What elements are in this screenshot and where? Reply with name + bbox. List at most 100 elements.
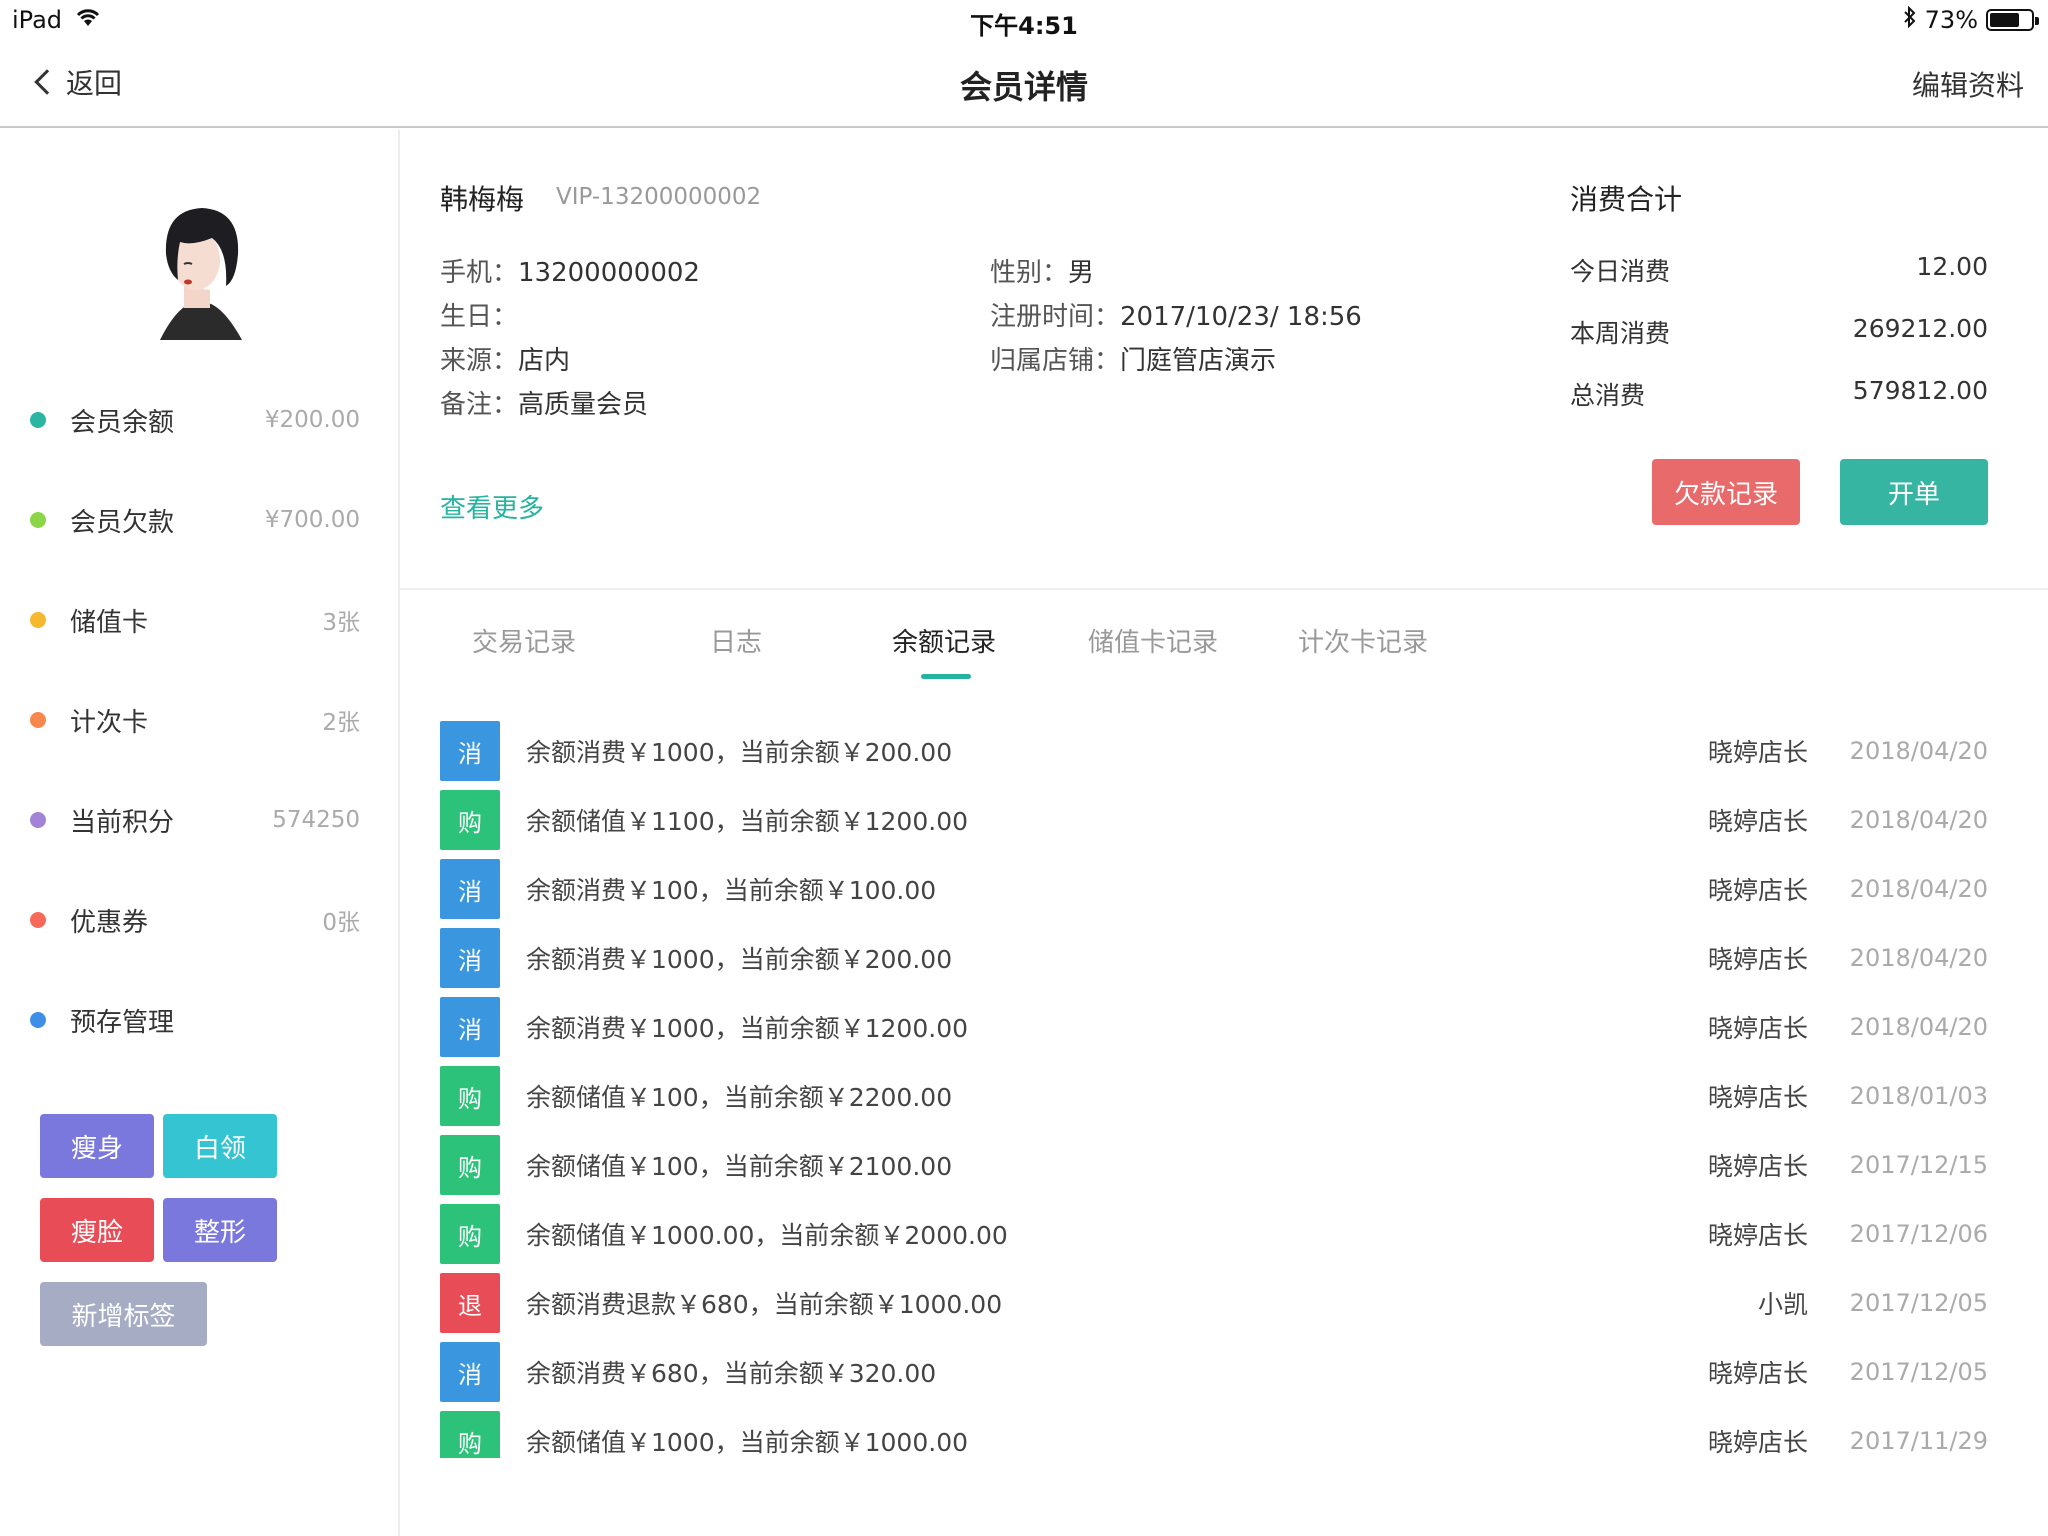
navigation-bar: 返回 会员详情 编辑资料 bbox=[0, 42, 2048, 128]
record-operator: 晓婷店长 bbox=[1707, 1152, 1808, 1181]
battery-percent: 73% bbox=[1924, 6, 1978, 34]
record-date: 2018/04/20 bbox=[1849, 944, 1988, 972]
tag-white-collar[interactable]: 白领 bbox=[163, 1114, 277, 1178]
record-date: 2018/04/20 bbox=[1849, 806, 1988, 834]
list-item[interactable]: 购 余额储值￥100，当前余额￥2100.00 晓婷店长 2017/12/15 bbox=[440, 1134, 1988, 1196]
sidebar-item-count-card[interactable]: 计次卡 2张 bbox=[30, 700, 360, 740]
sidebar-item-balance[interactable]: 会员余额 ¥200.00 bbox=[30, 400, 360, 440]
list-item[interactable]: 消 余额消费￥1000，当前余额￥200.00 晓婷店长 2018/04/20 bbox=[440, 927, 1988, 989]
tab-balance-records[interactable]: 余额记录 bbox=[892, 622, 996, 659]
note-field: 备注：高质量会员 bbox=[440, 384, 648, 421]
record-description: 余额储值￥100，当前余额￥2100.00 bbox=[526, 1152, 953, 1181]
list-item[interactable]: 消 余额消费￥680，当前余额￥320.00 晓婷店长 2017/12/05 bbox=[440, 1341, 1988, 1403]
record-type-badge: 退 bbox=[440, 1273, 500, 1333]
member-info-panel: 韩梅梅 VIP-13200000002 手机：13200000002 生日： 来… bbox=[400, 130, 2048, 590]
store-field: 归属店铺：门庭管店演示 bbox=[990, 340, 1276, 377]
record-operator: 晓婷店长 bbox=[1707, 1428, 1808, 1457]
sidebar-item-label: 会员欠款 bbox=[70, 507, 175, 538]
sidebar-item-points[interactable]: 当前积分 574250 bbox=[30, 800, 360, 840]
phone-field: 手机：13200000002 bbox=[440, 252, 700, 289]
record-operator: 晓婷店长 bbox=[1707, 1359, 1808, 1388]
field-label: 生日： bbox=[440, 302, 519, 332]
summary-label: 今日消费 bbox=[1570, 257, 1671, 286]
sidebar-item-stored-value-card[interactable]: 储值卡 3张 bbox=[30, 600, 360, 640]
record-date: 2017/12/05 bbox=[1849, 1358, 1988, 1386]
field-label: 备注： bbox=[440, 390, 519, 420]
record-description: 余额储值￥1000，当前余额￥1000.00 bbox=[526, 1428, 969, 1457]
view-more-link[interactable]: 查看更多 bbox=[440, 488, 544, 525]
record-type-badge: 消 bbox=[440, 928, 500, 988]
list-item[interactable]: 购 余额储值￥100，当前余额￥2200.00 晓婷店长 2018/01/03 bbox=[440, 1065, 1988, 1127]
record-date: 2017/12/15 bbox=[1849, 1151, 1988, 1179]
list-item[interactable]: 购 余额储值￥1100，当前余额￥1200.00 晓婷店长 2018/04/20 bbox=[440, 789, 1988, 851]
tag-slimming[interactable]: 瘦身 bbox=[40, 1114, 154, 1178]
sidebar-item-label: 计次卡 bbox=[70, 707, 149, 738]
tag-plastic-surgery[interactable]: 整形 bbox=[163, 1198, 277, 1262]
record-operator: 晓婷店长 bbox=[1707, 1014, 1808, 1043]
list-item[interactable]: 消 余额消费￥100，当前余额￥100.00 晓婷店长 2018/04/20 bbox=[440, 858, 1988, 920]
status-dot bbox=[30, 512, 46, 528]
record-description: 余额消费退款￥680，当前余额￥1000.00 bbox=[526, 1290, 1003, 1319]
gender-field: 性别：男 bbox=[990, 252, 1094, 289]
birthday-field: 生日： bbox=[440, 296, 518, 333]
record-date: 2018/01/03 bbox=[1849, 1082, 1988, 1110]
field-label: 来源： bbox=[440, 346, 519, 376]
sidebar-item-coupons[interactable]: 优惠券 0张 bbox=[30, 900, 360, 940]
page-title: 会员详情 bbox=[959, 68, 1088, 106]
list-item[interactable]: 消 余额消费￥1000，当前余额￥1200.00 晓婷店长 2018/04/20 bbox=[440, 996, 1988, 1058]
tab-transactions[interactable]: 交易记录 bbox=[472, 622, 576, 659]
field-value: 高质量会员 bbox=[518, 390, 649, 420]
sidebar-item-value: 574250 bbox=[272, 807, 360, 833]
tab-stored-card-records[interactable]: 储值卡记录 bbox=[1088, 622, 1218, 659]
bluetooth-icon bbox=[1903, 5, 1917, 34]
open-order-button[interactable]: 开单 bbox=[1840, 459, 1988, 525]
record-operator: 晓婷店长 bbox=[1707, 807, 1808, 836]
list-item[interactable]: 退 余额消费退款￥680，当前余额￥1000.00 小凯 2017/12/05 bbox=[440, 1272, 1988, 1334]
battery-icon bbox=[1986, 9, 2039, 31]
summary-value: 579812.00 bbox=[1852, 376, 1988, 405]
sidebar-item-prepaid[interactable]: 预存管理 bbox=[30, 1000, 360, 1040]
record-date: 2017/12/05 bbox=[1849, 1289, 1988, 1317]
debt-record-button[interactable]: 欠款记录 bbox=[1652, 459, 1800, 525]
summary-label: 总消费 bbox=[1570, 381, 1646, 410]
tab-count-card-records[interactable]: 计次卡记录 bbox=[1298, 622, 1428, 659]
tag-face-slimming[interactable]: 瘦脸 bbox=[40, 1198, 154, 1262]
sidebar-item-label: 预存管理 bbox=[70, 1007, 175, 1038]
record-operator: 晓婷店长 bbox=[1707, 876, 1808, 905]
status-dot bbox=[30, 412, 46, 428]
status-bar: iPad 下午4:51 73% bbox=[0, 0, 2048, 42]
field-label: 手机： bbox=[440, 258, 519, 288]
sidebar-item-label: 储值卡 bbox=[70, 607, 149, 638]
record-description: 余额消费￥100，当前余额￥100.00 bbox=[526, 876, 937, 905]
field-value: 2017/10/23/ 18:56 bbox=[1120, 302, 1362, 332]
summary-row-total: 总消费 579812.00 bbox=[1570, 376, 1988, 412]
status-dot bbox=[30, 812, 46, 828]
tab-log[interactable]: 日志 bbox=[710, 622, 762, 659]
record-type-badge: 购 bbox=[440, 1204, 500, 1264]
add-tag-button[interactable]: 新增标签 bbox=[40, 1282, 207, 1346]
status-time: 下午4:51 bbox=[970, 12, 1078, 40]
field-value: 13200000002 bbox=[518, 258, 700, 288]
sidebar-item-value: 0张 bbox=[322, 910, 360, 936]
record-date: 2018/04/20 bbox=[1849, 1013, 1988, 1041]
register-time-field: 注册时间：2017/10/23/ 18:56 bbox=[990, 296, 1362, 333]
source-field: 来源：店内 bbox=[440, 340, 570, 377]
sidebar-item-debt[interactable]: 会员欠款 ¥700.00 bbox=[30, 500, 360, 540]
member-sidebar: 会员余额 ¥200.00 会员欠款 ¥700.00 储值卡 3张 计次卡 2张 … bbox=[0, 130, 400, 1536]
record-operator: 晓婷店长 bbox=[1707, 1221, 1808, 1250]
sidebar-item-value: 3张 bbox=[322, 610, 360, 636]
sidebar-item-value: 2张 bbox=[322, 710, 360, 736]
record-description: 余额储值￥100，当前余额￥2200.00 bbox=[526, 1083, 953, 1112]
status-dot bbox=[30, 1012, 46, 1028]
edit-profile-button[interactable]: 编辑资料 bbox=[1912, 64, 2024, 104]
list-item[interactable]: 消 余额消费￥1000，当前余额￥200.00 晓婷店长 2018/04/20 bbox=[440, 720, 1988, 782]
field-value: 男 bbox=[1068, 258, 1095, 288]
field-label: 归属店铺： bbox=[990, 346, 1121, 376]
record-date: 2017/11/29 bbox=[1849, 1427, 1988, 1455]
list-item[interactable]: 购 余额储值￥1000.00，当前余额￥2000.00 晓婷店长 2017/12… bbox=[440, 1203, 1988, 1265]
list-item[interactable]: 购 余额储值￥1000，当前余额￥1000.00 晓婷店长 2017/11/29 bbox=[440, 1410, 1988, 1458]
balance-records-list: 消 余额消费￥1000，当前余额￥200.00 晓婷店长 2018/04/20 … bbox=[400, 720, 2048, 1458]
record-operator: 小凯 bbox=[1757, 1290, 1808, 1319]
sidebar-item-value: ¥200.00 bbox=[264, 407, 360, 433]
field-value: 门庭管店演示 bbox=[1120, 346, 1277, 376]
